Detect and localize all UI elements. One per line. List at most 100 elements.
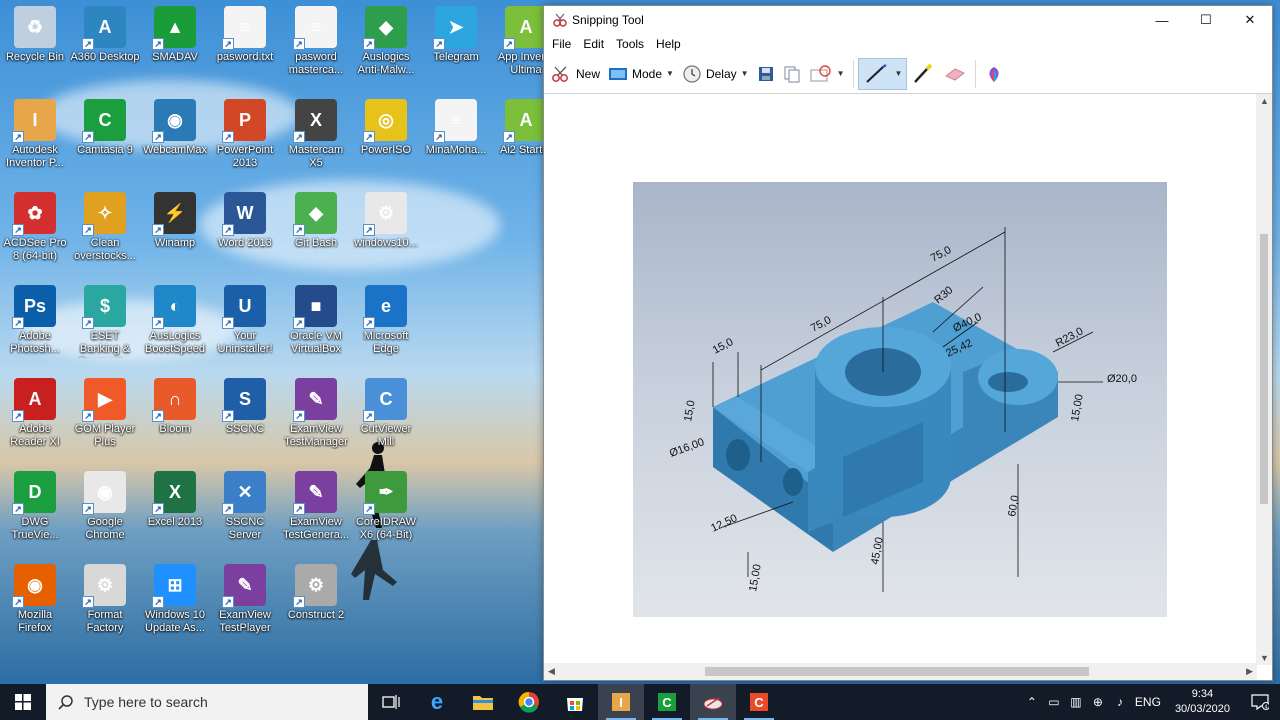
desktop-icon[interactable]: ≡ ↗ pasword masterca... <box>281 6 351 77</box>
desktop-icon[interactable]: ◆ ↗ Auslogics Anti-Malw... <box>351 6 421 77</box>
desktop-icon[interactable]: ✕ ↗ SSCNC Server <box>210 471 280 542</box>
language-indicator[interactable]: ENG <box>1131 695 1165 709</box>
desktop-icon[interactable]: ◉ ↗ WebcamMax <box>140 99 210 157</box>
eraser-button[interactable] <box>939 59 971 89</box>
desktop-icon[interactable]: ✧ ↗ Clean overstocks... <box>70 192 140 263</box>
desktop-icon[interactable]: ⚙ ↗ Construct 2 <box>281 564 351 622</box>
taskbar-edge[interactable]: e <box>414 684 460 720</box>
mode-button[interactable]: Mode ▼ <box>604 59 678 89</box>
desktop-icon[interactable]: ⊞ ↗ Windows 10 Update As... <box>140 564 210 635</box>
menu-file[interactable]: File <box>546 37 577 51</box>
start-button[interactable] <box>0 684 46 720</box>
app-icon: ✒ ↗ <box>363 471 407 515</box>
desktop-icon[interactable]: C ↗ CutViewer Mill <box>351 378 421 449</box>
desktop-icon[interactable]: U ↗ Your Uninstaller! <box>210 285 280 356</box>
desktop-icon[interactable]: ⚙ ↗ Format Factory <box>70 564 140 635</box>
desktop-icon[interactable]: e ↗ Microsoft Edge <box>351 285 421 356</box>
desktop-icon[interactable]: P ↗ PowerPoint 2013 <box>210 99 280 170</box>
scroll-right-icon[interactable]: ▶ <box>1246 666 1253 677</box>
network-icon[interactable]: ▥ <box>1065 695 1087 709</box>
desktop-icon[interactable]: ∩ ↗ Bloom <box>140 378 210 436</box>
desktop-icon[interactable]: ⚡ ↗ Winamp <box>140 192 210 250</box>
desktop-icon[interactable]: I ↗ Autodesk Inventor P... <box>0 99 70 170</box>
desktop-icon[interactable]: W ↗ Word 2013 <box>210 192 280 250</box>
chevron-down-icon[interactable]: ▼ <box>837 69 845 78</box>
new-snip-button[interactable]: New <box>546 59 604 89</box>
pen-button[interactable]: ▼ <box>857 57 908 90</box>
desktop-icon[interactable]: ✎ ↗ ExamView TestPlayer <box>210 564 280 635</box>
minimize-button[interactable]: — <box>1140 6 1184 34</box>
menu-edit[interactable]: Edit <box>577 37 610 51</box>
desktop-icon[interactable]: X ↗ Excel 2013 <box>140 471 210 529</box>
dim-label: 15,0 <box>682 399 698 422</box>
taskbar-recorder[interactable]: C <box>736 684 782 720</box>
desktop-icon[interactable]: ▲ ↗ SMADAV <box>140 6 210 64</box>
desktop-icon[interactable]: ✎ ↗ ExamView TestManager <box>281 378 351 449</box>
scroll-thumb[interactable] <box>1260 234 1268 504</box>
menu-help[interactable]: Help <box>650 37 687 51</box>
desktop-icon[interactable]: ≡ ↗ pasword.txt <box>210 6 280 64</box>
chevron-down-icon[interactable]: ▼ <box>895 69 903 78</box>
scroll-left-icon[interactable]: ◀ <box>548 666 555 677</box>
taskbar-store[interactable] <box>552 684 598 720</box>
delay-button[interactable]: Delay ▼ <box>678 59 753 89</box>
taskbar-camtasia[interactable]: C <box>644 684 690 720</box>
taskbar-chrome[interactable] <box>506 684 552 720</box>
desktop-icon[interactable]: ◎ ↗ PowerISO <box>351 99 421 157</box>
taskbar-explorer[interactable] <box>460 684 506 720</box>
desktop-icon[interactable]: ✎ ↗ ExamView TestGenera... <box>281 471 351 542</box>
save-button[interactable] <box>753 59 779 89</box>
desktop-icon[interactable]: $↗ESET Banking & Payment... <box>70 285 140 358</box>
notification-button[interactable]: 4 <box>1240 694 1280 710</box>
desktop-icon[interactable]: ◐ ↗ AusLogics BoostSpeed <box>140 285 210 356</box>
captured-drawing: 75,0 75,0 R30 Ø40,0 25,42 R23,0 Ø20,0 15… <box>633 182 1167 617</box>
desktop-icon[interactable]: Ps ↗ Adobe Photosh... <box>0 285 70 356</box>
desktop-icon[interactable]: ≡ ↗ MinaMoha... <box>421 99 491 157</box>
volume-icon[interactable]: ♪ <box>1109 695 1131 709</box>
desktop-icon[interactable]: ♻ Recycle Bin <box>0 6 70 64</box>
chevron-down-icon[interactable]: ▼ <box>666 69 674 78</box>
vertical-scrollbar[interactable]: ▲ ▼ <box>1256 94 1272 665</box>
chevron-down-icon[interactable]: ▼ <box>741 69 749 78</box>
desktop-icon[interactable]: A ↗ Adobe Reader XI <box>0 378 70 449</box>
taskbar-inventor[interactable]: I <box>598 684 644 720</box>
desktop-icon[interactable]: S ↗ SSCNC <box>210 378 280 436</box>
desktop-icon[interactable]: D ↗ DWG TrueVie... <box>0 471 70 542</box>
desktop-icon[interactable]: ■ ↗ Oracle VM VirtualBox <box>281 285 351 356</box>
snipping-tool-window[interactable]: Snipping Tool — ☐ ✕ File Edit Tools Help… <box>543 5 1273 681</box>
horizontal-scrollbar[interactable]: ◀ ▶ <box>544 663 1257 680</box>
title-bar[interactable]: Snipping Tool — ☐ ✕ <box>544 6 1272 34</box>
highlighter-button[interactable] <box>907 59 939 89</box>
desktop-icon[interactable]: ▶ ↗ GOM Player Plus <box>70 378 140 449</box>
shortcut-arrow-icon: ↗ <box>152 596 164 608</box>
search-box[interactable]: Type here to search <box>46 684 368 720</box>
clock[interactable]: 9:34 30/03/2020 <box>1165 687 1240 717</box>
close-button[interactable]: ✕ <box>1228 6 1272 34</box>
desktop-icon[interactable]: ◆ ↗ Git Bash <box>281 192 351 250</box>
send-snip-button[interactable]: ▼ <box>805 59 849 89</box>
desktop-icon[interactable]: ✒ ↗ CoreIDRAW X6 (64-Bit) <box>351 471 421 542</box>
shortcut-arrow-icon: ↗ <box>12 317 24 329</box>
desktop-icon[interactable]: ⚙ ↗ windows10... <box>351 192 421 250</box>
desktop-icon[interactable]: C ↗ Camtasia 9 <box>70 99 140 157</box>
scroll-thumb[interactable] <box>705 667 1089 676</box>
scroll-down-icon[interactable]: ▼ <box>1260 653 1269 663</box>
taskbar-snipping-tool[interactable] <box>690 684 736 720</box>
battery-icon[interactable]: ▭ <box>1043 695 1065 709</box>
desktop-icon[interactable]: ◉ ↗ Google Chrome <box>70 471 140 542</box>
desktop-icon[interactable]: ➤ ↗ Telegram <box>421 6 491 64</box>
desktop-icon[interactable]: X ↗ Mastercam X5 <box>281 99 351 170</box>
desktop-icon[interactable]: ✿ ↗ ACDSee Pro 8 (64-bit) <box>0 192 70 263</box>
app-icon: P ↗ <box>222 99 266 143</box>
chevron-up-icon[interactable]: ⌃ <box>1021 695 1043 709</box>
task-view-button[interactable] <box>368 684 414 720</box>
menu-tools[interactable]: Tools <box>610 37 650 51</box>
scroll-up-icon[interactable]: ▲ <box>1260 96 1269 106</box>
paint3d-button[interactable] <box>980 59 1008 89</box>
snip-canvas[interactable]: 75,0 75,0 R30 Ø40,0 25,42 R23,0 Ø20,0 15… <box>544 94 1257 665</box>
maximize-button[interactable]: ☐ <box>1184 6 1228 34</box>
copy-button[interactable] <box>779 59 805 89</box>
desktop-icon[interactable]: A ↗ A360 Desktop <box>70 6 140 64</box>
desktop-icon[interactable]: ◉ ↗ Mozilla Firefox <box>0 564 70 635</box>
globe-icon[interactable]: ⊕ <box>1087 695 1109 709</box>
